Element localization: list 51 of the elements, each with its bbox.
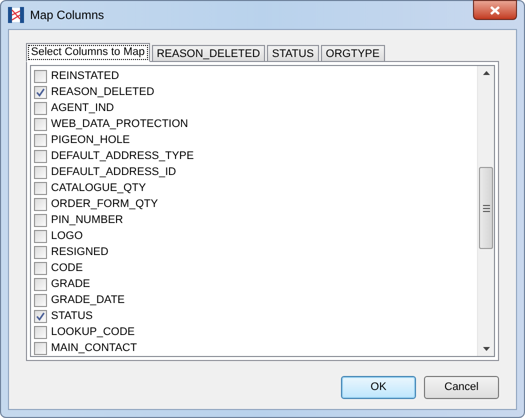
vertical-scrollbar[interactable]	[477, 66, 494, 356]
column-label: ORDER_FORM_QTY	[51, 196, 158, 212]
tab[interactable]: STATUS	[267, 45, 319, 62]
column-label: LOOKUP_CODE	[51, 324, 135, 340]
close-icon	[490, 6, 500, 14]
column-label: DEFAULT_ADDRESS_TYPE	[51, 148, 194, 164]
scrollbar-thumb[interactable]	[479, 167, 493, 249]
column-label: GRADE_DATE	[51, 292, 125, 308]
column-label: LOGO	[51, 228, 83, 244]
checkbox[interactable]	[34, 278, 47, 290]
column-label: MAIN_CONTACT	[51, 340, 137, 356]
scroll-down-icon[interactable]	[482, 347, 490, 351]
checkbox[interactable]	[34, 102, 47, 114]
checkbox[interactable]	[34, 166, 47, 178]
tab[interactable]: REASON_DELETED	[152, 45, 266, 62]
checkbox[interactable]	[34, 150, 47, 162]
column-label: RESIGNED	[51, 244, 108, 260]
checkbox[interactable]	[34, 294, 47, 306]
checkbox[interactable]	[34, 326, 47, 338]
dialog-button[interactable]: Cancel	[424, 376, 499, 399]
tab[interactable]: ORGTYPE	[320, 45, 385, 62]
tab[interactable]: Select Columns to Map	[26, 43, 150, 62]
column-label: PIN_NUMBER	[51, 212, 124, 228]
scroll-up-icon[interactable]	[482, 71, 490, 75]
grip-icon	[482, 204, 490, 212]
app-icon	[8, 7, 24, 23]
column-label: CODE	[51, 260, 83, 276]
checkbox[interactable]	[34, 230, 47, 242]
checkbox[interactable]	[34, 86, 47, 98]
checkbox[interactable]	[34, 310, 47, 322]
close-button[interactable]	[473, 0, 517, 20]
checkbox[interactable]	[34, 198, 47, 210]
checkbox[interactable]	[34, 246, 47, 258]
checkbox[interactable]	[34, 182, 47, 194]
column-label: WEB_DATA_PROTECTION	[51, 116, 188, 132]
checkbox[interactable]	[34, 262, 47, 274]
dialog-button[interactable]: OK	[341, 376, 416, 399]
column-label: AGENT_IND	[51, 100, 114, 116]
column-label: REINSTATED	[51, 68, 120, 84]
column-label: STATUS	[51, 308, 93, 324]
checkbox[interactable]	[34, 70, 47, 82]
checkbox[interactable]	[34, 134, 47, 146]
column-label: PIGEON_HOLE	[51, 132, 130, 148]
window-title: Map Columns	[30, 7, 104, 24]
column-label: DEFAULT_ADDRESS_ID	[51, 164, 176, 180]
checkbox[interactable]	[34, 118, 47, 130]
column-label: GRADE	[51, 276, 90, 292]
checkbox[interactable]	[34, 214, 47, 226]
checkbox[interactable]	[34, 342, 47, 354]
column-label: CATALOGUE_QTY	[51, 180, 146, 196]
column-label: REASON_DELETED	[51, 84, 154, 100]
